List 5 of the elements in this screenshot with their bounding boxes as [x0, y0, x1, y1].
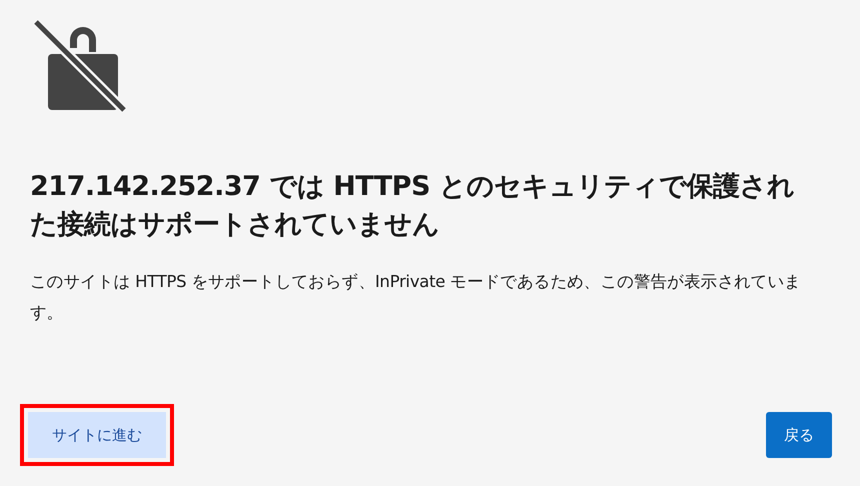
unlocked-lock-icon	[32, 18, 128, 114]
back-button[interactable]: 戻る	[766, 412, 832, 458]
page-heading: 217.142.252.37 では HTTPS とのセキュリティで保護された接続はサポートされていません	[30, 170, 796, 242]
warning-message: このサイトは HTTPS をサポートしておらず、InPrivate モードであるため、この警告が表示されています。	[30, 271, 802, 324]
continue-button[interactable]: サイトに進む	[28, 412, 166, 458]
